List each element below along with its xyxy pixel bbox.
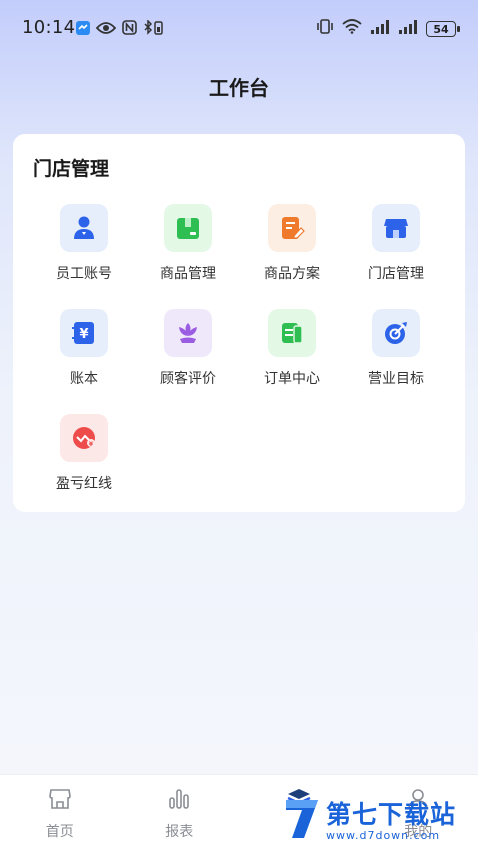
store-management-icon: [372, 204, 420, 252]
tab-report[interactable]: 报表: [120, 775, 240, 851]
tile-business-target[interactable]: 营业目标: [344, 309, 448, 393]
page-title: 工作台: [0, 72, 478, 101]
tile-label: 账本: [70, 368, 98, 388]
section-title: 门店管理: [33, 154, 109, 181]
watermark-url: www.d7down.com: [326, 829, 456, 842]
store-management-card: 门店管理 员工账号 商品管理 商品方案 门店管理: [13, 134, 465, 512]
signal-icon: [370, 19, 390, 38]
app-notification-icon: [76, 20, 90, 39]
product-plan-icon: [268, 204, 316, 252]
status-time: 10:14: [22, 17, 75, 38]
home-store-icon: [48, 787, 72, 815]
tile-label: 订单中心: [264, 368, 320, 388]
battery-icon: 54: [426, 21, 456, 37]
tile-store-management[interactable]: 门店管理: [344, 204, 448, 288]
status-right-icons: 54: [316, 19, 456, 38]
tile-label: 商品管理: [160, 263, 216, 283]
tile-label: 营业目标: [368, 368, 424, 388]
status-left-icons: [76, 20, 165, 39]
tile-order-center[interactable]: 订单中心: [240, 309, 344, 393]
order-center-icon: [268, 309, 316, 357]
vibrate-icon: [316, 19, 334, 38]
watermark-name: 第七下载站: [326, 801, 456, 829]
svg-text:¥: ¥: [79, 327, 88, 342]
signal-icon-2: [398, 19, 418, 38]
tile-label: 商品方案: [264, 263, 320, 283]
report-bars-icon: [167, 787, 191, 815]
watermark-text: 第七下载站 www.d7down.com: [326, 801, 456, 842]
tab-label: 首页: [46, 821, 74, 841]
tab-label: 报表: [165, 821, 193, 841]
customer-review-icon: [164, 309, 212, 357]
status-bar: 10:14 54: [0, 0, 478, 56]
tile-product-management[interactable]: 商品管理: [136, 204, 240, 288]
watermark-logo-icon: [282, 796, 322, 846]
eye-icon: [96, 20, 116, 39]
bluetooth-battery-icon: [143, 20, 165, 39]
tile-label: 顾客评价: [160, 368, 216, 388]
employee-account-icon: [60, 204, 108, 252]
ledger-icon: ¥: [60, 309, 108, 357]
tile-customer-review[interactable]: 顾客评价: [136, 309, 240, 393]
tile-profit-loss[interactable]: ¥ 盈亏红线: [32, 414, 136, 498]
wifi-icon: [342, 19, 362, 38]
nfc-icon: [122, 20, 137, 39]
tile-label: 盈亏红线: [56, 473, 112, 493]
product-management-icon: [164, 204, 212, 252]
tab-home[interactable]: 首页: [0, 775, 120, 851]
tile-employee-account[interactable]: 员工账号: [32, 204, 136, 288]
tile-product-plan[interactable]: 商品方案: [240, 204, 344, 288]
profit-loss-icon: ¥: [60, 414, 108, 462]
tile-label: 员工账号: [56, 263, 112, 283]
tile-label: 门店管理: [368, 263, 424, 283]
function-grid: 员工账号 商品管理 商品方案 门店管理 ¥ 账本: [32, 204, 448, 498]
business-target-icon: [372, 309, 420, 357]
watermark: 第七下载站 www.d7down.com: [282, 792, 478, 850]
tile-ledger[interactable]: ¥ 账本: [32, 309, 136, 393]
